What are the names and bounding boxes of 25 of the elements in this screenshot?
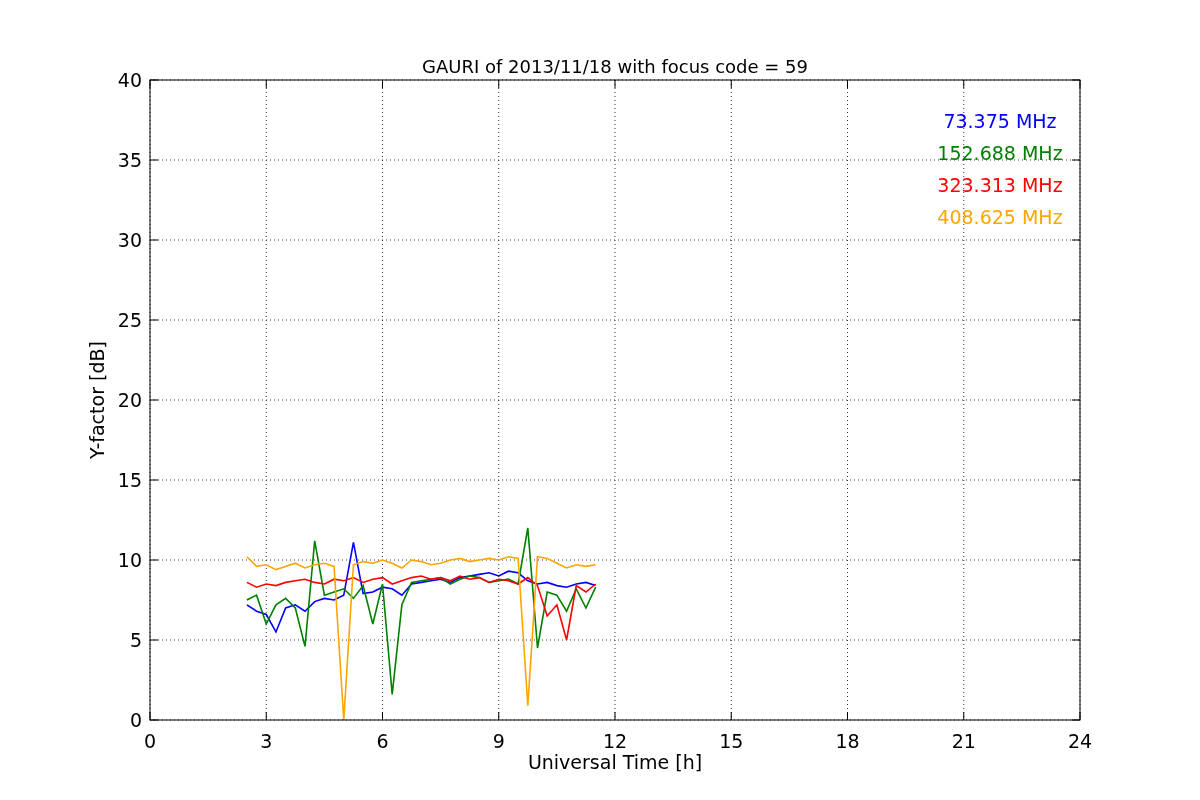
tick-label: 21 [951, 730, 976, 752]
tick-label: 30 [117, 229, 142, 251]
legend-label: 323.313 MHz [937, 174, 1063, 196]
tick-label: 35 [117, 149, 142, 171]
tick-label: 12 [602, 730, 628, 752]
axis-label: Y-factor [dB] [86, 341, 108, 459]
tick-label: 10 [117, 549, 142, 571]
chart-title: GAURI of 2013/11/18 with focus code = 59 [422, 56, 808, 77]
tick-label: 3 [260, 730, 273, 752]
tick-label: 0 [143, 730, 157, 752]
legend-label: 408.625 MHz [937, 206, 1063, 228]
tick-label: 20 [117, 389, 142, 411]
tick-label: 15 [117, 469, 142, 491]
tick-label: 0 [129, 709, 142, 731]
axis-label: Universal Time [h] [527, 751, 703, 773]
tick-label: 6 [376, 730, 389, 752]
tick-label: 18 [835, 730, 860, 752]
tick-label: 9 [492, 730, 505, 752]
tick-label: 25 [117, 309, 142, 331]
tick-label: 15 [719, 730, 744, 752]
legend-label: 73.375 MHz [943, 110, 1057, 132]
legend-label: 152.688 MHz [937, 142, 1063, 164]
tick-label: 40 [117, 69, 142, 91]
tick-label: 24 [1067, 730, 1093, 752]
tick-label: 5 [129, 629, 142, 651]
